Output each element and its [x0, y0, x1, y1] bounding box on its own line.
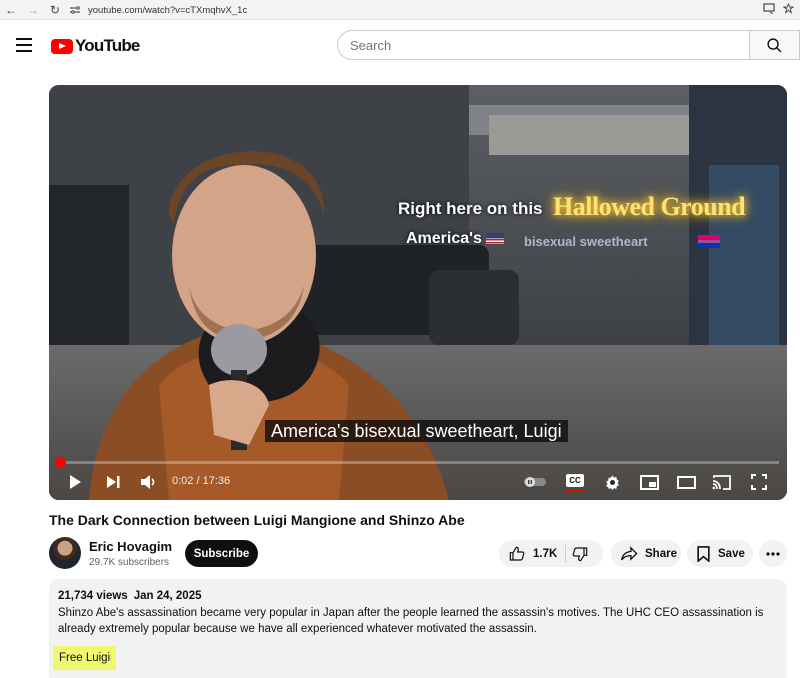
browser-toolbar: ← → ↻ youtube.com/watch?v=cTXmqhvX_1c	[0, 0, 800, 20]
logo-text: YouTube	[75, 36, 140, 55]
autoplay-toggle-icon	[524, 477, 546, 487]
share-label: Share	[645, 547, 677, 560]
overlay-highlight-text: Hallowed Ground	[553, 192, 746, 221]
url-text: youtube.com/watch?v=cTXmqhvX_1c	[88, 4, 248, 16]
theater-mode-icon	[676, 475, 696, 489]
address-bar[interactable]: youtube.com/watch?v=cTXmqhvX_1c	[68, 2, 758, 18]
cast-tab-icon[interactable]	[763, 1, 775, 19]
like-divider	[565, 545, 567, 562]
subtitle-text: America's bisexual sweetheart, Luigi	[265, 420, 568, 442]
channel-name[interactable]: Eric Hovagim	[89, 539, 172, 554]
publish-date: Jan 24, 2025	[133, 590, 202, 602]
view-count: 21,734 views	[58, 590, 128, 602]
subtitles-active-indicator	[566, 490, 584, 492]
subtitles-button[interactable]: CC	[566, 474, 584, 487]
description-meta: 21,734 views Jan 24, 2025	[58, 590, 778, 602]
dislike-button[interactable]	[572, 540, 588, 567]
scrubber-handle[interactable]	[55, 457, 66, 468]
like-dislike-group: 1.7K	[499, 540, 603, 567]
share-icon	[621, 546, 638, 561]
reload-icon[interactable]: ↻	[44, 0, 66, 20]
volume-icon	[141, 475, 155, 489]
site-settings-icon[interactable]	[68, 4, 82, 16]
autoplay-toggle[interactable]	[522, 473, 548, 491]
play-button[interactable]	[66, 473, 84, 491]
next-button[interactable]	[104, 473, 122, 491]
cast-button[interactable]	[711, 473, 731, 491]
youtube-header: YouTube	[0, 20, 800, 72]
video-title: The Dark Connection between Luigi Mangio…	[49, 512, 465, 528]
next-icon	[107, 476, 120, 488]
like-count: 1.7K	[533, 547, 558, 560]
channel-avatar[interactable]	[49, 537, 81, 569]
more-horizontal-icon	[766, 551, 780, 556]
settings-button[interactable]	[603, 473, 621, 491]
back-icon[interactable]: ←	[0, 0, 22, 20]
more-actions-button[interactable]	[759, 540, 787, 567]
volume-button[interactable]	[139, 473, 159, 491]
subtitle-caption: America's bisexual sweetheart, Luigi	[265, 420, 568, 442]
overlay-text-line1: Right here on this	[398, 199, 543, 218]
miniplayer-button[interactable]	[639, 473, 659, 491]
progress-bar[interactable]	[59, 461, 779, 464]
description-box[interactable]: 21,734 views Jan 24, 2025 Shinzo Abe's as…	[49, 579, 787, 678]
us-flag-icon	[485, 233, 504, 245]
play-icon	[70, 475, 81, 489]
search-input[interactable]	[338, 31, 738, 59]
fullscreen-button[interactable]	[750, 473, 768, 491]
forward-icon[interactable]: →	[22, 0, 44, 20]
overlay-faded-text: bisexual sweetheart	[524, 234, 648, 249]
cast-icon	[712, 474, 731, 490]
search-icon	[767, 37, 782, 52]
theater-mode-button[interactable]	[676, 473, 696, 491]
menu-icon[interactable]	[16, 38, 32, 52]
youtube-logo[interactable]: YouTube	[51, 36, 140, 56]
like-button[interactable]: 1.7K	[499, 540, 557, 567]
thumbs-down-icon	[572, 546, 588, 561]
search-box	[337, 30, 800, 60]
search-button[interactable]	[749, 30, 800, 60]
save-button[interactable]: Save	[687, 540, 753, 567]
youtube-play-icon	[51, 38, 73, 54]
fullscreen-icon	[751, 474, 767, 490]
overlay-text-line2: America's	[406, 230, 504, 248]
time-display: 0:02 / 17:36	[172, 475, 231, 487]
bookmark-star-icon[interactable]	[782, 1, 795, 19]
gear-icon	[605, 474, 619, 490]
bookmark-icon	[697, 545, 710, 562]
miniplayer-icon	[639, 474, 659, 490]
save-label: Save	[718, 547, 745, 560]
subscribe-button[interactable]: Subscribe	[185, 540, 258, 567]
subscriber-count: 29.7K subscribers	[89, 557, 170, 568]
share-button[interactable]: Share	[611, 540, 681, 567]
description-highlighted-line: Free Luigi	[53, 646, 117, 670]
description-text: Shinzo Abe's assassination became very p…	[58, 607, 764, 635]
bisexual-flag-icon	[698, 235, 720, 248]
thumbs-up-icon	[509, 546, 525, 561]
